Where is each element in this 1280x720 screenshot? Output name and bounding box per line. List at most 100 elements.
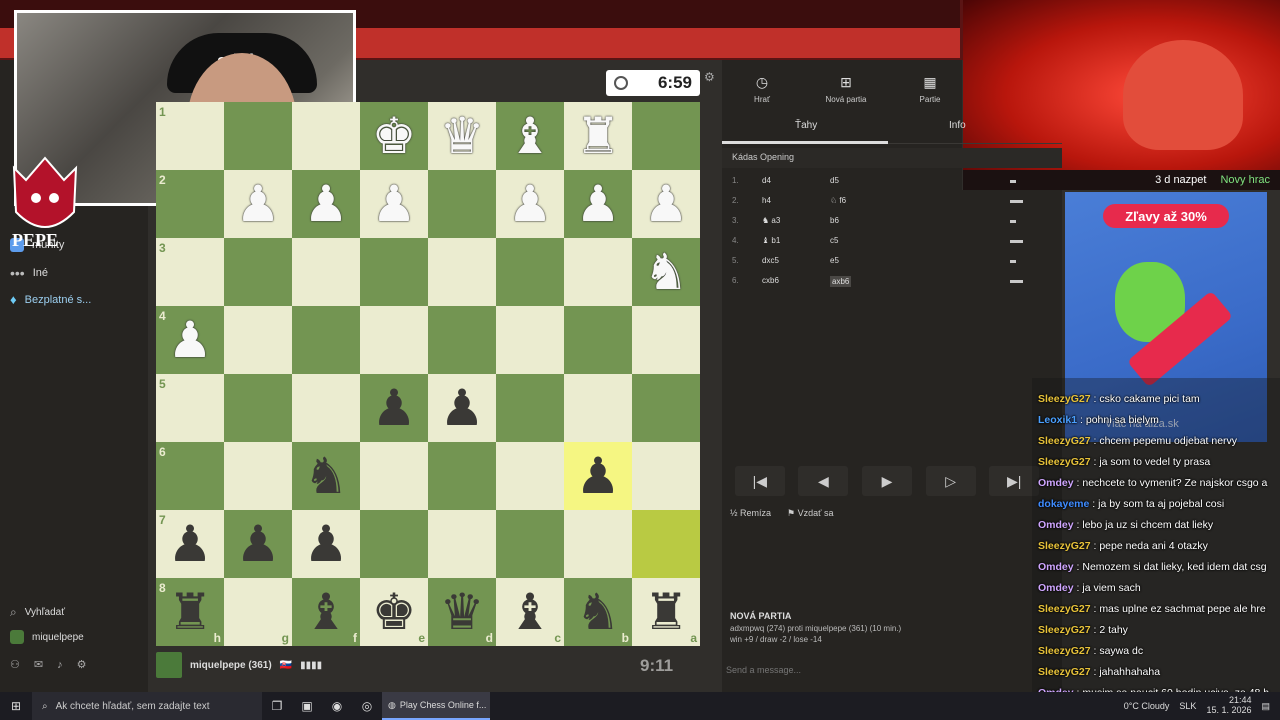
board-square[interactable] xyxy=(224,238,292,306)
chat-username[interactable]: Omdey xyxy=(1038,477,1074,489)
board-settings-icon[interactable]: ⚙ xyxy=(704,70,715,84)
white-rook-piece[interactable]: ♜ xyxy=(576,111,621,161)
move-san[interactable]: e5 xyxy=(830,256,839,265)
board-square[interactable] xyxy=(428,170,496,238)
board-square[interactable]: ♜ xyxy=(564,102,632,170)
mail-icon[interactable]: ✉ xyxy=(34,658,43,671)
black-rook-piece[interactable]: ♜ xyxy=(168,587,213,637)
move-san[interactable]: b6 xyxy=(830,216,839,225)
board-square[interactable]: 2 xyxy=(156,170,224,238)
friends-icon[interactable]: ⚇ xyxy=(10,658,20,671)
move-san[interactable]: c5 xyxy=(830,236,838,245)
chat-username[interactable]: SleezyG27 xyxy=(1038,393,1091,405)
tab-games[interactable]: ▦ Partie xyxy=(900,74,960,104)
board-square[interactable] xyxy=(496,442,564,510)
weather-label[interactable]: 0°C Cloudy xyxy=(1124,701,1170,711)
black-pawn-piece[interactable]: ♟ xyxy=(304,519,349,569)
board-square[interactable]: e ♚ xyxy=(360,578,428,646)
board-square[interactable]: ♟ xyxy=(224,510,292,578)
black-bishop-piece[interactable]: ♝ xyxy=(508,587,553,637)
board-square[interactable] xyxy=(428,306,496,374)
board-square[interactable]: 7 ♟ xyxy=(156,510,224,578)
player-name[interactable]: miquelpepe (361) xyxy=(190,660,272,671)
board-square[interactable]: c ♝ xyxy=(496,578,564,646)
tab-info[interactable]: Info xyxy=(949,120,966,131)
board-square[interactable] xyxy=(224,306,292,374)
board-square[interactable]: ♟ xyxy=(496,170,564,238)
board-square[interactable] xyxy=(564,374,632,442)
white-pawn-piece[interactable]: ♟ xyxy=(508,179,553,229)
board-square[interactable] xyxy=(292,374,360,442)
white-queen-piece[interactable]: ♛ xyxy=(440,111,485,161)
black-pawn-piece[interactable]: ♟ xyxy=(372,383,417,433)
black-knight-piece[interactable]: ♞ xyxy=(304,451,349,501)
board-square[interactable] xyxy=(632,442,700,510)
chess-board[interactable]: 1 ♚ ♛ ♝ ♜ 2 ♟ ♟ ♟ ♟ ♟ ♟ 3 ♞ 4 ♟ 5 ♟ ♟ 6 ♞ ♟ 7 ♟ ♟ ♟ 8 h ♜ g f ♝ e ♚ d ♛ c ♝ b ♞… xyxy=(156,102,700,646)
black-king-piece[interactable]: ♚ xyxy=(372,587,417,637)
board-square[interactable]: g xyxy=(224,578,292,646)
board-square[interactable]: ♟ xyxy=(564,170,632,238)
tab-new-game[interactable]: ⊞ Nová partia xyxy=(816,74,876,104)
sidebar-user[interactable]: miquelpepe xyxy=(10,630,84,644)
clock-area[interactable]: 21:44 15. 1. 2026 xyxy=(1206,695,1251,716)
black-knight-piece[interactable]: ♞ xyxy=(576,587,621,637)
board-square[interactable]: 4 ♟ xyxy=(156,306,224,374)
board-square[interactable]: ♟ xyxy=(292,170,360,238)
board-square[interactable]: ♞ xyxy=(632,238,700,306)
white-bishop-piece[interactable]: ♝ xyxy=(508,111,553,161)
black-queen-piece[interactable]: ♛ xyxy=(440,587,485,637)
move-san[interactable]: axb6 xyxy=(830,276,852,287)
board-square[interactable]: ♟ xyxy=(428,374,496,442)
board-square[interactable]: 5 xyxy=(156,374,224,442)
board-square[interactable]: 6 xyxy=(156,442,224,510)
board-square[interactable] xyxy=(632,102,700,170)
board-square[interactable] xyxy=(360,306,428,374)
board-square[interactable]: ♞ xyxy=(292,442,360,510)
sidebar-search[interactable]: ⌕ Vyhľadať xyxy=(10,605,65,620)
chat-username[interactable]: Omdey xyxy=(1038,561,1074,573)
board-square[interactable] xyxy=(496,510,564,578)
board-square[interactable]: ♟ xyxy=(292,510,360,578)
board-square[interactable]: ♚ xyxy=(360,102,428,170)
black-rook-piece[interactable]: ♜ xyxy=(644,587,689,637)
board-square[interactable] xyxy=(564,510,632,578)
notification-icon[interactable]: ▤ xyxy=(1261,701,1270,712)
chat-username[interactable]: SleezyG27 xyxy=(1038,666,1091,678)
board-square[interactable] xyxy=(632,306,700,374)
board-square[interactable] xyxy=(632,374,700,442)
chat-username[interactable]: SleezyG27 xyxy=(1038,624,1091,636)
black-pawn-piece[interactable]: ♟ xyxy=(236,519,281,569)
board-square[interactable]: a ♜ xyxy=(632,578,700,646)
gear-icon[interactable]: ⚙ xyxy=(77,658,87,671)
board-square[interactable] xyxy=(292,102,360,170)
tab-moves[interactable]: Ťahy xyxy=(795,120,817,131)
avatar[interactable] xyxy=(156,652,182,678)
board-square[interactable]: ♟ xyxy=(632,170,700,238)
sidebar-item-more[interactable]: ••• Iné xyxy=(10,265,48,281)
board-square[interactable] xyxy=(428,238,496,306)
move-san[interactable]: d4 xyxy=(762,176,771,185)
move-san[interactable]: cxb6 xyxy=(762,276,779,285)
first-move-button[interactable]: |◀ xyxy=(734,466,785,496)
black-pawn-piece[interactable]: ♟ xyxy=(576,451,621,501)
board-square[interactable]: ♟ xyxy=(360,170,428,238)
board-square[interactable]: ♟ xyxy=(224,170,292,238)
taskbar-app-chrome[interactable]: ◍ Play Chess Online f... xyxy=(382,692,490,720)
board-square[interactable]: ♛ xyxy=(428,102,496,170)
board-square[interactable]: b ♞ xyxy=(564,578,632,646)
white-pawn-piece[interactable]: ♟ xyxy=(168,315,213,365)
black-pawn-piece[interactable]: ♟ xyxy=(440,383,485,433)
resign-button[interactable]: ⚑ Vzdať sa xyxy=(787,508,833,519)
discord-icon[interactable]: ◎ xyxy=(352,699,382,713)
move-san[interactable]: ♘ f6 xyxy=(830,196,846,205)
task-view-icon[interactable]: ❐ xyxy=(262,699,292,713)
chat-username[interactable]: Omdey xyxy=(1038,519,1074,531)
chat-username[interactable]: SleezyG27 xyxy=(1038,456,1091,468)
white-pawn-piece[interactable]: ♟ xyxy=(236,179,281,229)
board-square[interactable] xyxy=(292,238,360,306)
chat-username[interactable]: SleezyG27 xyxy=(1038,603,1091,615)
chat-username[interactable]: SleezyG27 xyxy=(1038,540,1091,552)
board-square[interactable]: 8 h ♜ xyxy=(156,578,224,646)
board-square[interactable]: ♟ xyxy=(360,374,428,442)
black-pawn-piece[interactable]: ♟ xyxy=(168,519,213,569)
